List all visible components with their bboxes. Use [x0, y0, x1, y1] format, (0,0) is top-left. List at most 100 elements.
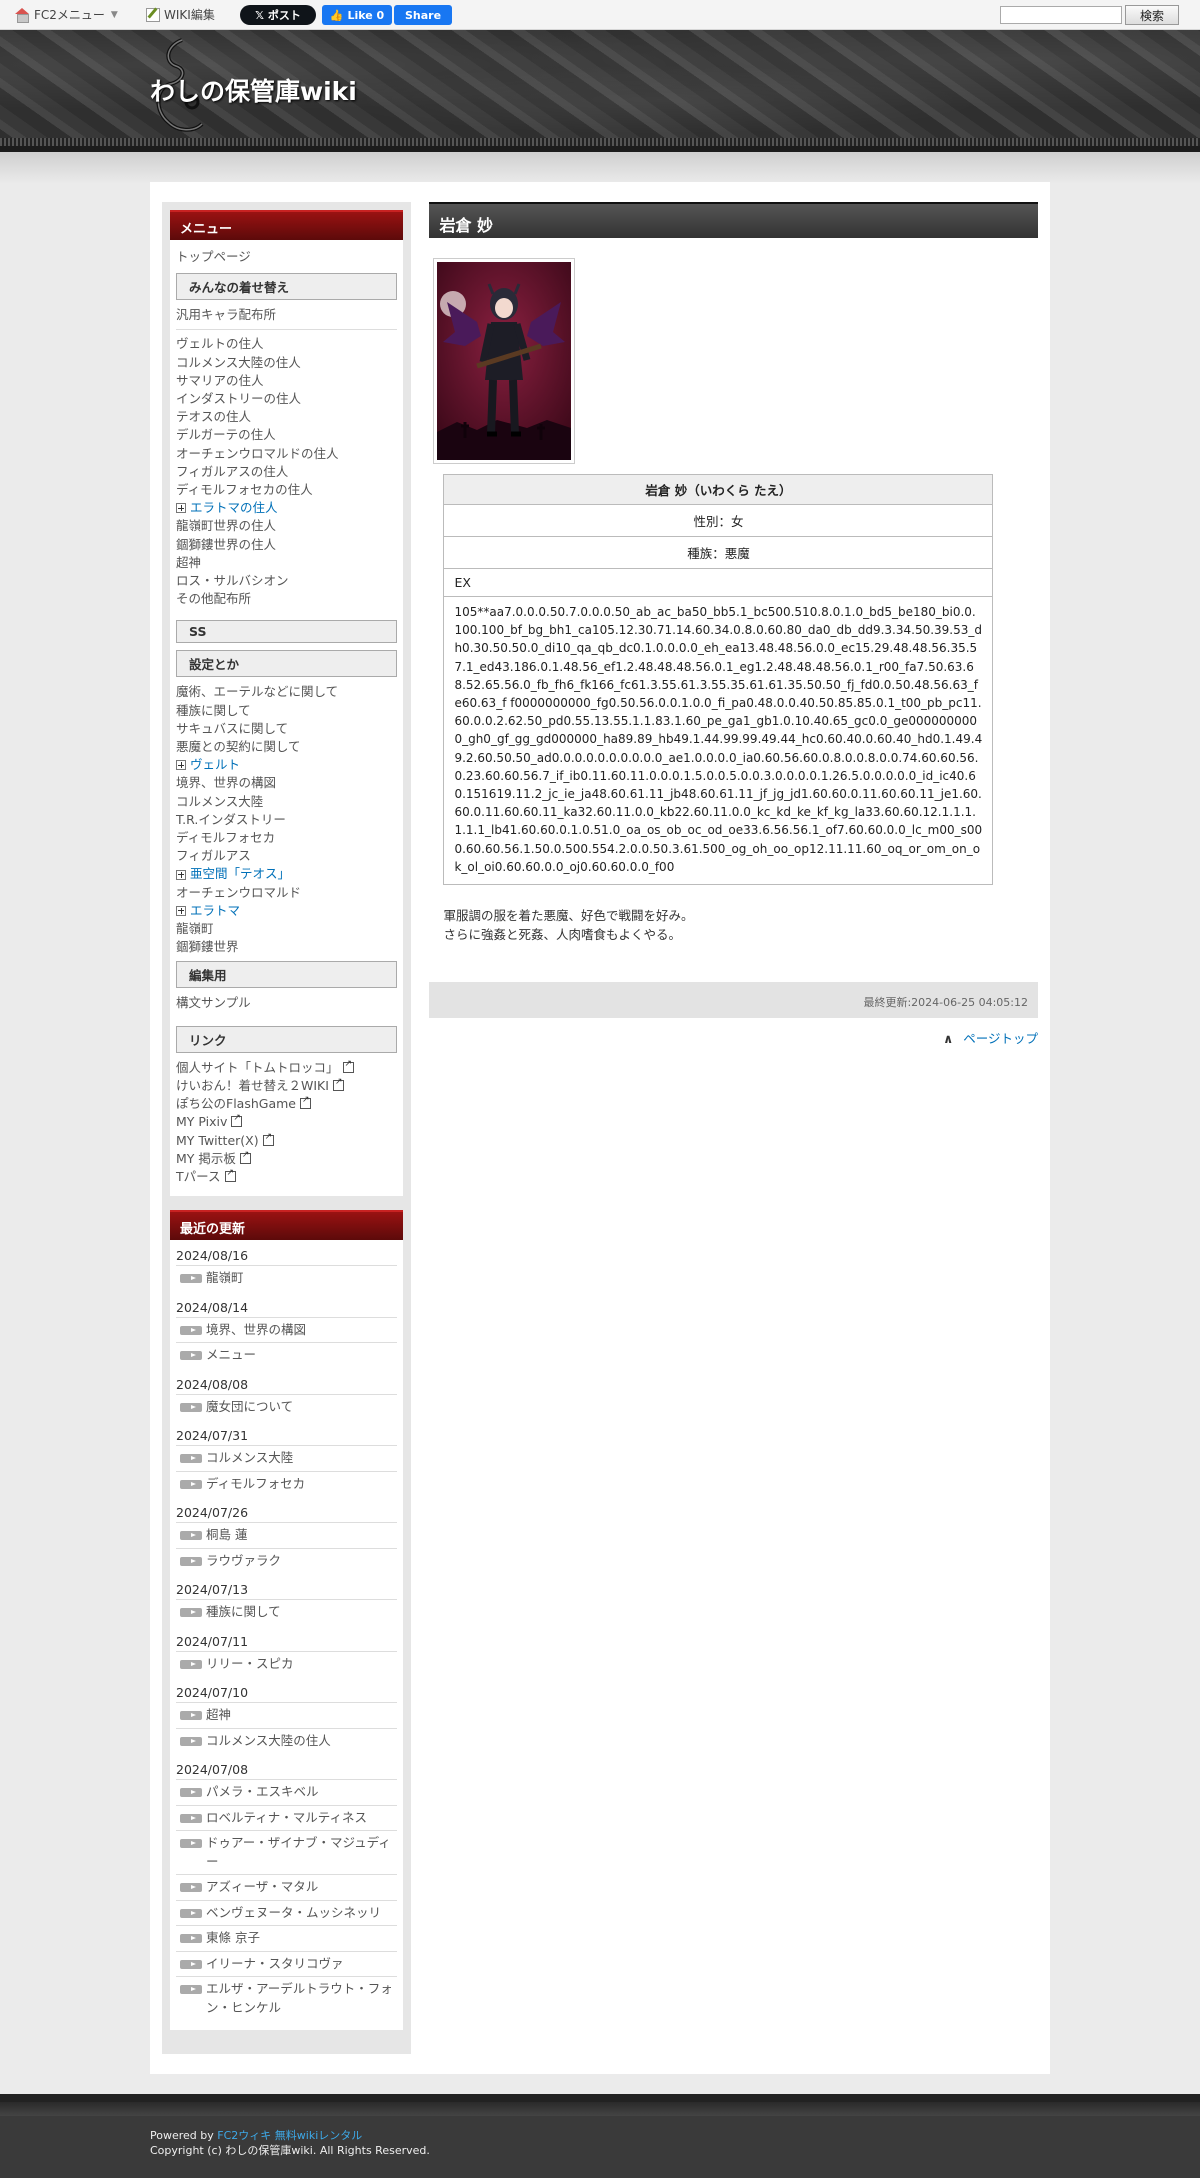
site-footer: Powered by FC2ウィキ 無料wikiレンタル Copyright (… — [0, 2094, 1200, 2178]
site-header: わしの保管庫wiki — [0, 30, 1200, 152]
sidebar-item-resident[interactable]: デルガーテの住人 — [176, 426, 397, 444]
sidebar-item-resident[interactable]: 超神 — [176, 554, 397, 572]
play-tag-icon — [180, 1325, 202, 1335]
sidebar-item-resident[interactable]: コルメンス大陸の住人 — [176, 354, 397, 372]
facebook-like-button[interactable]: 👍 Like 0 — [322, 5, 392, 25]
recent-update-item[interactable]: コルメンス大陸の住人 — [176, 1727, 398, 1754]
recent-update-item[interactable]: メニュー — [176, 1342, 398, 1368]
expand-plus-icon[interactable] — [176, 503, 186, 514]
sidebar-item-setting[interactable]: コルメンス大陸 — [176, 793, 397, 811]
recent-update-item[interactable]: 超神 — [176, 1702, 398, 1728]
sidebar-item-resident[interactable]: ヴェルトの住人 — [176, 335, 397, 353]
external-link[interactable]: 個人サイト「トムトロッコ」 — [176, 1059, 397, 1077]
recent-update-item[interactable]: ベンヴェヌータ・ムッシネッリ — [176, 1899, 398, 1926]
recent-update-item[interactable]: 龍嶺町 — [176, 1265, 398, 1291]
sidebar-item-resident[interactable]: インダストリーの住人 — [176, 390, 397, 408]
sidebar-item-top-page[interactable]: トップページ — [176, 248, 397, 266]
play-tag-icon — [180, 1813, 202, 1823]
wiki-edit-link[interactable]: WIKI編集 — [146, 6, 215, 23]
facebook-share-button[interactable]: Share — [394, 5, 452, 25]
link-label[interactable]: MY Twitter(X) — [176, 1133, 259, 1148]
sidebar-item-resident[interactable]: ロス・サルバシオン — [176, 572, 397, 590]
dressup-code-cell[interactable]: 105**aa7.0.0.0.50.7.0.0.0.50_ab_ac_ba50_… — [443, 595, 994, 886]
character-full-name: 岩倉 妙（いわくら たえ） — [443, 474, 994, 505]
sidebar-item-setting[interactable]: 錮獅鏤世界 — [176, 938, 397, 956]
sidebar-item-setting[interactable]: 悪魔との契約に関して — [176, 738, 397, 756]
sidebar-item-setting[interactable]: 境界、世界の構図 — [176, 774, 397, 792]
sidebar-item-setting[interactable]: 魔術、エーテルなどに関して — [176, 683, 397, 701]
fc2-toolbar: FC2メニュー ▼ WIKI編集 𝕏 ポスト 👍 Like 0 Share 検索 — [0, 0, 1200, 30]
sidebar-item-resident[interactable]: 龍嶺町世界の住人 — [176, 517, 397, 535]
recent-update-item[interactable]: リリー・スピカ — [176, 1650, 398, 1677]
sidebar-item-setting[interactable]: T.R.インダストリー — [176, 811, 397, 829]
external-link[interactable]: Tパース — [176, 1168, 397, 1186]
sidebar-item-setting[interactable]: オーチェンウロマルド — [176, 884, 397, 902]
recent-update-item[interactable]: ディモルフォセカ — [176, 1470, 398, 1497]
last-updated: 最終更新:2024-06-25 04:05:12 — [429, 982, 1038, 1019]
sidebar-item-eratoma-residents[interactable]: エラトマの住人 — [176, 499, 397, 517]
link-label[interactable]: Tパース — [176, 1169, 221, 1184]
sidebar-item-setting[interactable]: サキュバスに関して — [176, 720, 397, 738]
sidebar-item-resident[interactable]: サマリアの住人 — [176, 372, 397, 390]
recent-update-item[interactable]: 東條 京子 — [176, 1925, 398, 1951]
recent-update-item[interactable]: ラウヴァラク — [176, 1547, 398, 1574]
link-label[interactable]: 個人サイト「トムトロッコ」 — [176, 1060, 339, 1075]
sidebar-item-label: エラトマの住人 — [190, 500, 278, 516]
sidebar-item-resident[interactable]: オーチェンウロマルドの住人 — [176, 445, 397, 463]
sidebar-item-setting[interactable]: フィガルアス — [176, 847, 397, 865]
link-label[interactable]: けいおん！着せ替え２WIKI — [176, 1078, 329, 1093]
recent-update-item[interactable]: 魔女団について — [176, 1393, 398, 1420]
external-link[interactable]: けいおん！着せ替え２WIKI — [176, 1077, 397, 1095]
sidebar-item-resident[interactable]: テオスの住人 — [176, 408, 397, 426]
recent-update-item[interactable]: 境界、世界の構図 — [176, 1316, 398, 1343]
external-link[interactable]: MY Twitter(X) — [176, 1132, 397, 1150]
external-link[interactable]: ぽち公のFlashGame — [176, 1095, 397, 1113]
x-post-button[interactable]: 𝕏 ポスト — [240, 5, 316, 25]
recent-update-item[interactable]: アズィーザ・マタル — [176, 1874, 398, 1900]
sidebar-item-setting[interactable]: 種族に関して — [176, 702, 397, 720]
sidebar-item-velt[interactable]: ヴェルト — [176, 756, 397, 774]
link-label[interactable]: MY Pixiv — [176, 1114, 227, 1129]
sidebar-item-eratoma[interactable]: エラトマ — [176, 902, 397, 920]
sidebar-item-syntax-sample[interactable]: 構文サンプル — [176, 994, 397, 1012]
recent-update-item[interactable]: コルメンス大陸 — [176, 1445, 398, 1471]
expand-plus-icon[interactable] — [176, 869, 186, 880]
sidebar-item-resident[interactable]: ディモルフォセカの住人 — [176, 481, 397, 499]
recent-update-item[interactable]: パメラ・エスキベル — [176, 1779, 398, 1805]
recent-update-item[interactable]: ドゥアー・ザイナブ・マジュディー — [176, 1830, 398, 1874]
recent-update-label: コルメンス大陸 — [206, 1450, 294, 1466]
expand-plus-icon[interactable] — [176, 760, 186, 771]
link-label[interactable]: MY 掲示板 — [176, 1151, 236, 1166]
sidebar-item-teos[interactable]: 亜空間「テオス」 — [176, 865, 397, 883]
recent-update-item[interactable]: ロベルティナ・マルティネス — [176, 1804, 398, 1831]
sidebar: メニュー トップページ みんなの着せ替え 汎用キャラ配布所 ヴェルトの住人 コル… — [162, 202, 412, 2055]
external-link-icon — [231, 1113, 243, 1128]
external-link[interactable]: MY 掲示板 — [176, 1150, 397, 1168]
play-tag-icon — [180, 1479, 202, 1489]
sidebar-item-setting[interactable]: ディモルフォセカ — [176, 829, 397, 847]
page-title: 岩倉 妙 — [429, 202, 1038, 238]
thumbs-up-icon: 👍 — [329, 8, 344, 22]
sidebar-item-resident[interactable]: その他配布所 — [176, 590, 397, 608]
link-label[interactable]: ぽち公のFlashGame — [176, 1096, 296, 1111]
recent-update-item[interactable]: エルザ・アーデルトラウト・フォン・ヒンケル — [176, 1976, 398, 2020]
powered-by-line: Powered by FC2ウィキ 無料wikiレンタル — [150, 2128, 430, 2143]
recent-update-item[interactable]: 桐島 蓮 — [176, 1522, 398, 1548]
character-image[interactable] — [433, 258, 576, 464]
recent-update-item[interactable]: イリーナ・スタリコヴァ — [176, 1950, 398, 1977]
site-title[interactable]: わしの保管庫wiki — [150, 72, 357, 108]
search-input[interactable] — [1000, 6, 1122, 24]
sidebar-item-generic-dist[interactable]: 汎用キャラ配布所 — [176, 306, 397, 324]
page-top-link[interactable]: ∧ ページトップ — [429, 1028, 1038, 1047]
fc2-menu[interactable]: FC2メニュー ▼ — [14, 6, 118, 23]
recent-update-item[interactable]: 種族に関して — [176, 1599, 398, 1625]
sidebar-item-label: エラトマ — [190, 902, 241, 918]
search-button[interactable]: 検索 — [1125, 5, 1179, 25]
sidebar-item-resident[interactable]: 錮獅鏤世界の住人 — [176, 536, 397, 554]
sidebar-item-setting[interactable]: 龍嶺町 — [176, 920, 397, 938]
expand-plus-icon[interactable] — [176, 905, 186, 916]
sidebar-item-resident[interactable]: フィガルアスの住人 — [176, 463, 397, 481]
external-link[interactable]: MY Pixiv — [176, 1113, 397, 1131]
fc2-wiki-link[interactable]: FC2ウィキ 無料wikiレンタル — [217, 2129, 362, 2142]
recent-updates-title: 最近の更新 — [170, 1210, 404, 1241]
